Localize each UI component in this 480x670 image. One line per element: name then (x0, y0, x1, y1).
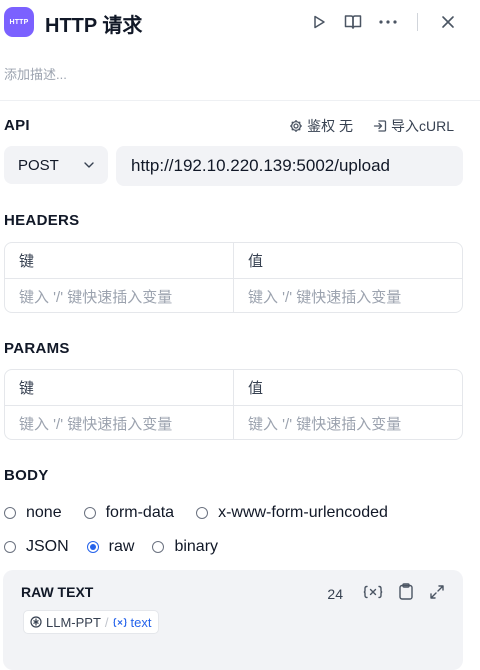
header-divider (417, 13, 418, 31)
headers-table: 键 值 键入 '/' 键快速插入变量 键入 '/' 键快速插入变量 (4, 242, 463, 313)
params-table-row: 键入 '/' 键快速插入变量 键入 '/' 键快速插入变量 (5, 405, 462, 439)
play-icon (314, 15, 325, 29)
api-section-title: API (4, 117, 30, 134)
api-tools: 鉴权 无 导入cURL (289, 116, 454, 136)
variable-tag[interactable]: LLM-PPT / text (23, 610, 159, 634)
url-input[interactable]: http://192.10.220.139:5002/upload (116, 146, 463, 186)
body-option-raw[interactable]: raw (86, 538, 135, 556)
gear-icon (290, 120, 303, 132)
params-value-header: 值 (233, 370, 462, 405)
docs-button[interactable] (343, 12, 363, 32)
body-option-json[interactable]: JSON (4, 538, 69, 556)
headers-value-input[interactable]: 键入 '/' 键快速插入变量 (233, 279, 462, 312)
variable-icon (363, 585, 383, 598)
method-select[interactable]: POST (4, 146, 108, 184)
params-table-header: 键 值 (5, 370, 462, 405)
radio-icon (4, 541, 16, 553)
close-button[interactable] (438, 12, 458, 32)
expand-icon (430, 584, 444, 599)
params-section-title: PARAMS (4, 340, 70, 357)
character-count: 24 (327, 586, 343, 602)
params-value-input[interactable]: 键入 '/' 键快速插入变量 (233, 406, 462, 439)
divider (0, 100, 480, 101)
headers-table-row: 键入 '/' 键快速插入变量 键入 '/' 键快速插入变量 (5, 278, 462, 312)
body-type-row-1: none form-data x-www-form-urlencoded (4, 504, 388, 522)
body-option-form-data[interactable]: form-data (83, 504, 175, 522)
radio-icon (83, 507, 96, 519)
headers-table-header: 键 值 (5, 243, 462, 278)
run-button[interactable] (309, 12, 329, 32)
raw-text-tools: 24 (327, 583, 445, 605)
body-option-label: none (26, 504, 62, 521)
copy-button[interactable] (399, 583, 413, 605)
raw-text-editor[interactable]: RAW TEXT 24 LLM-PPT / text (3, 570, 463, 670)
description-input[interactable]: 添加描述... (4, 64, 67, 83)
auth-button[interactable]: 鉴权 无 (289, 116, 353, 136)
http-node-icon-text: HTTP (9, 18, 29, 26)
import-curl-label: 导入cURL (390, 118, 454, 134)
book-open-icon (344, 15, 362, 29)
expand-button[interactable] (429, 584, 445, 605)
body-option-label: form-data (105, 504, 175, 521)
body-option-binary[interactable]: binary (152, 538, 218, 556)
insert-variable-button[interactable] (363, 585, 383, 604)
auth-label: 鉴权 无 (307, 118, 353, 134)
body-option-label: raw (108, 538, 135, 555)
method-value: POST (18, 156, 59, 174)
params-key-header: 键 (19, 380, 35, 397)
body-type-row-2: JSON raw binary (4, 538, 218, 556)
radio-checked-icon (86, 541, 99, 553)
import-icon (373, 120, 387, 132)
radio-icon (4, 507, 16, 519)
http-node-icon: HTTP (4, 7, 34, 37)
variable-icon (113, 617, 127, 627)
more-icon (379, 20, 397, 24)
import-curl-button[interactable]: 导入cURL (373, 116, 454, 136)
node-title[interactable]: HTTP 请求 (45, 9, 142, 38)
headers-section-title: HEADERS (4, 212, 80, 229)
llm-node-icon (30, 616, 42, 628)
more-button[interactable] (378, 12, 398, 32)
node-header: HTTP HTTP 请求 (0, 0, 480, 48)
body-option-none[interactable]: none (4, 504, 62, 522)
body-option-label: JSON (26, 538, 69, 555)
params-table: 键 值 键入 '/' 键快速插入变量 键入 '/' 键快速插入变量 (4, 369, 463, 440)
radio-icon (152, 541, 165, 553)
headers-value-header: 值 (233, 243, 462, 278)
body-option-label: binary (174, 538, 219, 555)
radio-icon (196, 507, 209, 519)
variable-source: LLM-PPT (46, 614, 101, 630)
headers-key-input[interactable]: 键入 '/' 键快速插入变量 (5, 279, 233, 312)
params-key-input[interactable]: 键入 '/' 键快速插入变量 (5, 406, 233, 439)
variable-separator: / (104, 614, 109, 630)
raw-text-title: RAW TEXT (21, 584, 94, 600)
chevron-down-icon (84, 162, 94, 168)
body-option-label: x-www-form-urlencoded (218, 504, 388, 521)
headers-key-header: 键 (19, 253, 35, 270)
clipboard-icon (399, 583, 413, 600)
close-icon (442, 16, 454, 28)
body-section-title: BODY (4, 467, 49, 484)
variable-name: text (130, 614, 152, 630)
body-option-x-www-form-urlencoded[interactable]: x-www-form-urlencoded (196, 504, 388, 522)
